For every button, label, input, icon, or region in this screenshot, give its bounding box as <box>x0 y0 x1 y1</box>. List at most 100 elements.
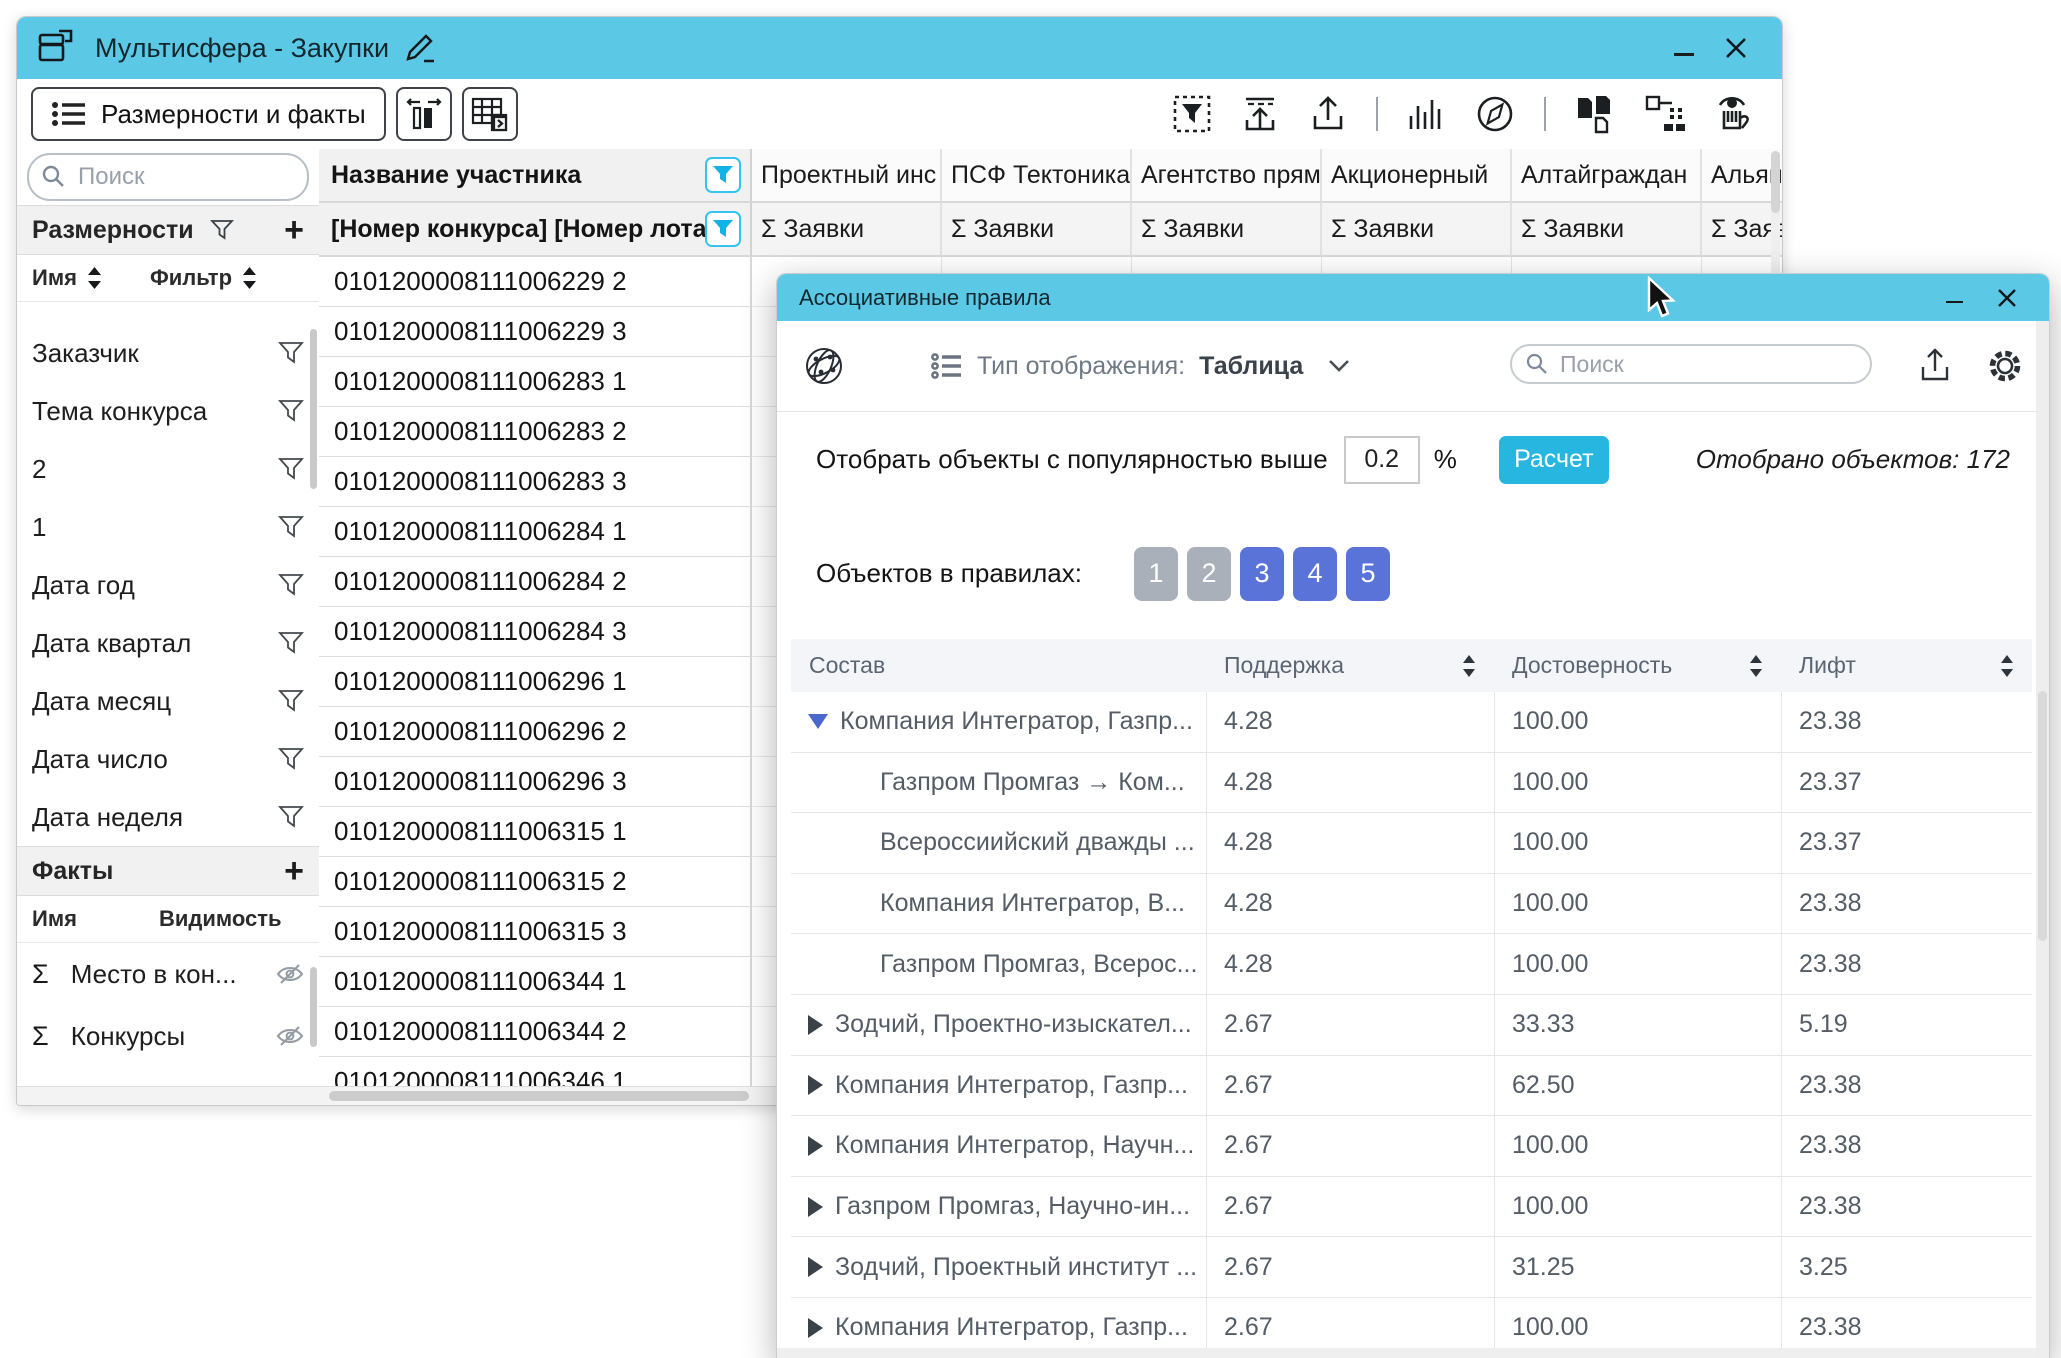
pivot-row-label[interactable]: 0101200008111006283 2 <box>319 407 752 457</box>
pivot-column-header[interactable]: Агентство прям <box>1132 149 1322 203</box>
association-rule-row[interactable]: Зодчий, Проектно-изыскател... 2.67 33.33… <box>791 995 2032 1056</box>
association-rule-row[interactable]: Компания Интегратор, В... 4.28 100.00 23… <box>791 874 2032 935</box>
expand-icon[interactable] <box>808 1075 823 1095</box>
dialog-search-input[interactable] <box>1558 350 1856 379</box>
pivot-row-label[interactable]: 0101200008111006344 2 <box>319 1007 752 1057</box>
rule-count-button[interactable]: 3 <box>1240 547 1284 601</box>
dialog-close-button[interactable] <box>1997 288 2017 308</box>
pivot-filter-button[interactable] <box>705 211 741 247</box>
dimension-row[interactable]: 1 <box>17 498 319 556</box>
association-rule-row[interactable]: Газпром Промгаз → Ком... 4.28 100.00 23.… <box>791 753 2032 814</box>
pivot-row-label[interactable]: 0101200008111006283 1 <box>319 357 752 407</box>
rule-count-button[interactable]: 2 <box>1187 547 1231 601</box>
filter-column-header[interactable]: Фильтр <box>150 265 232 291</box>
pivot-row-label[interactable]: 0101200008111006283 3 <box>319 457 752 507</box>
sidebar-search-input[interactable] <box>76 162 294 192</box>
expand-icon[interactable] <box>808 1197 823 1217</box>
pivot-row-label[interactable]: 0101200008111006229 3 <box>319 307 752 357</box>
dimension-row[interactable]: Заказчик <box>17 324 319 382</box>
pivot-measure-cell[interactable]: Σ Заявки <box>752 203 942 257</box>
add-fact-button[interactable]: + <box>284 854 304 888</box>
collapse-icon[interactable] <box>808 714 828 729</box>
row-filter-icon[interactable] <box>278 457 304 481</box>
pivot-row-label[interactable]: 0101200008111006284 3 <box>319 607 752 657</box>
sort-icon[interactable] <box>87 266 102 290</box>
minimize-button[interactable] <box>1674 53 1694 56</box>
dimension-row[interactable]: Тема конкурса <box>17 382 319 440</box>
globe-icon[interactable] <box>803 345 845 387</box>
sort-icon[interactable] <box>1749 653 1763 679</box>
pivot-column-header[interactable]: Проектный инс <box>752 149 942 203</box>
pivot-row-label[interactable]: 0101200008111006346 1 <box>319 1057 752 1087</box>
pivot-column-header[interactable]: Альянс <box>1702 149 1782 203</box>
confidence-column-header[interactable]: Достоверность <box>1494 639 1781 692</box>
dialog-vertical-scrollbar[interactable] <box>2036 321 2049 1358</box>
pivot-row-label[interactable]: 0101200008111006296 3 <box>319 757 752 807</box>
facts-scrollbar-thumb[interactable] <box>310 967 317 1047</box>
row-filter-icon[interactable] <box>278 573 304 597</box>
row-filter-icon[interactable] <box>278 805 304 829</box>
export-icon[interactable] <box>1308 94 1348 134</box>
sidebar-search[interactable] <box>27 153 309 201</box>
row-filter-icon[interactable] <box>278 747 304 771</box>
pivot-row-label[interactable]: 0101200008111006284 2 <box>319 557 752 607</box>
compass-icon[interactable] <box>1474 93 1516 135</box>
fact-row[interactable]: Σ Место в кон... <box>17 943 319 1005</box>
dimension-row[interactable]: Дата год <box>17 556 319 614</box>
pivot-row-subheader-cell[interactable]: [Номер конкурса] [Номер лота] <box>319 203 752 257</box>
pivot-row-label[interactable]: 0101200008111006344 1 <box>319 957 752 1007</box>
filter-icon[interactable] <box>210 219 234 241</box>
expand-icon[interactable] <box>808 1318 823 1338</box>
dialog-scrollbar-thumb[interactable] <box>2038 691 2047 941</box>
pivot-row-label[interactable]: 0101200008111006315 1 <box>319 807 752 857</box>
bar-chart-icon[interactable] <box>1406 94 1446 134</box>
display-type-selector[interactable]: Тип отображения: Таблица <box>931 352 1351 381</box>
fact-row[interactable]: Σ Конкурсы <box>17 1005 319 1067</box>
pivot-measure-cell[interactable]: Σ Заявки <box>1132 203 1322 257</box>
association-rule-row[interactable]: Компания Интегратор, Научн... 2.67 100.0… <box>791 1116 2032 1177</box>
table-export-button[interactable] <box>462 87 518 141</box>
dialog-titlebar[interactable]: Ассоциативные правила <box>777 274 2049 321</box>
pivot-column-header[interactable]: Алтайграждан <box>1512 149 1702 203</box>
sidebar-scrollbar-thumb[interactable] <box>310 329 317 489</box>
pivot-row-header-cell[interactable]: Название участника <box>319 149 752 203</box>
window-titlebar[interactable]: Мультисфера - Закупки <box>17 17 1782 79</box>
dimension-row[interactable]: Дата квартал <box>17 614 319 672</box>
column-width-button[interactable] <box>396 87 452 141</box>
rule-count-button[interactable]: 5 <box>1346 547 1390 601</box>
pivot-row-label[interactable]: 0101200008111006296 2 <box>319 707 752 757</box>
threshold-input[interactable] <box>1344 436 1420 484</box>
filter-selection-icon[interactable] <box>1172 94 1212 134</box>
lift-column-header[interactable]: Лифт <box>1781 639 2032 692</box>
add-dimension-button[interactable]: + <box>284 213 304 247</box>
dialog-horizontal-scrollbar[interactable] <box>777 1348 2036 1358</box>
dimensions-facts-button[interactable]: Размерности и факты <box>31 87 386 141</box>
dialog-minimize-button[interactable] <box>1946 301 1963 304</box>
rule-count-button[interactable]: 1 <box>1134 547 1178 601</box>
calculate-button[interactable]: Расчет <box>1499 436 1609 484</box>
export-icon[interactable] <box>1917 347 1953 385</box>
association-rule-row[interactable]: Всероссиийский дважды ... 4.28 100.00 23… <box>791 813 2032 874</box>
dialog-search[interactable] <box>1510 344 1872 384</box>
horizontal-scrollbar-thumb[interactable] <box>329 1091 749 1101</box>
pivot-row-label[interactable]: 0101200008111006296 1 <box>319 657 752 707</box>
pivot-measure-cell[interactable]: Σ Заявки <box>1322 203 1512 257</box>
row-filter-icon[interactable] <box>278 689 304 713</box>
gear-icon[interactable] <box>1984 345 2026 387</box>
pivot-measure-cell[interactable]: Σ Заявки <box>1512 203 1702 257</box>
row-filter-icon[interactable] <box>278 399 304 423</box>
association-rule-row[interactable]: Газпром Промгаз, Научно-ин... 2.67 100.0… <box>791 1177 2032 1238</box>
association-rule-row[interactable]: Газпром Промгаз, Всерос... 4.28 100.00 2… <box>791 934 2032 995</box>
copy-documents-icon[interactable] <box>1574 94 1616 134</box>
pivot-column-header[interactable]: Акционерный <box>1322 149 1512 203</box>
close-button[interactable] <box>1724 36 1748 60</box>
dimension-row[interactable]: Дата число <box>17 730 319 788</box>
association-rule-row[interactable]: Компания Интегратор, Газпр... 2.67 62.50… <box>791 1056 2032 1117</box>
pivot-measure-cell[interactable]: Σ Заявки <box>1702 203 1782 257</box>
dimension-row[interactable]: Дата неделя <box>17 788 319 846</box>
pivot-row-label[interactable]: 0101200008111006315 3 <box>319 907 752 957</box>
association-rule-row[interactable]: Компания Интегратор, Газпр... 4.28 100.0… <box>791 692 2032 753</box>
visibility-column-header[interactable]: Видимость <box>159 906 282 932</box>
pivot-column-header[interactable]: ПСФ Тектоника <box>942 149 1132 203</box>
sort-icon[interactable] <box>2000 653 2014 679</box>
